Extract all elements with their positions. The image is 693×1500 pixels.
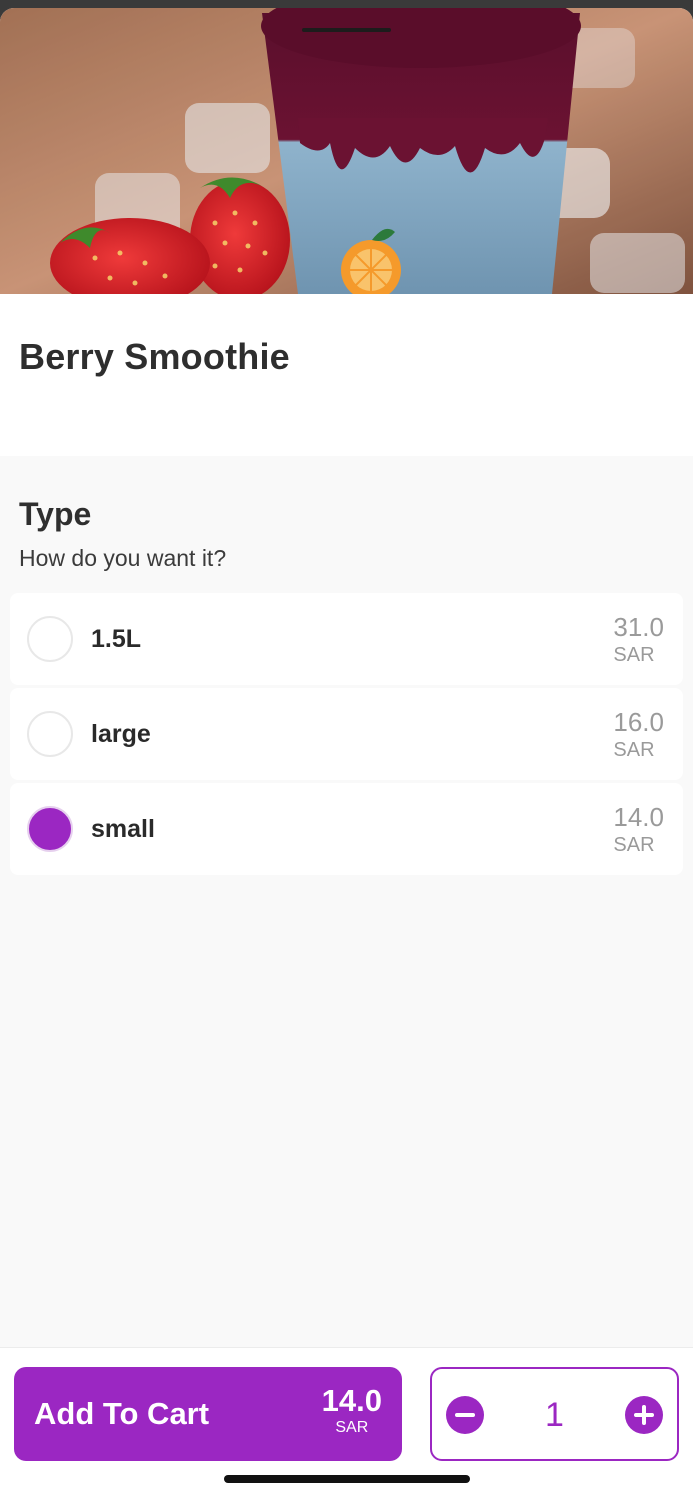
option-price: 31.0 SAR <box>613 612 664 668</box>
radio-button[interactable] <box>27 616 73 662</box>
price-currency: SAR <box>613 834 655 856</box>
product-title: Berry Smoothie <box>19 336 290 377</box>
price-value: 31.0 <box>613 612 664 642</box>
price-currency: SAR <box>613 644 655 666</box>
cart-total: 14.0 SAR <box>322 1384 382 1438</box>
price-value: 14.0 <box>613 802 664 832</box>
section-title: Type <box>19 496 92 532</box>
section-subtitle: How do you want it? <box>19 545 227 571</box>
sheet-grabber[interactable] <box>302 28 391 32</box>
option-price: 14.0 SAR <box>613 802 664 858</box>
option-small[interactable]: small 14.0 SAR <box>10 783 683 875</box>
option-price: 16.0 SAR <box>613 707 664 763</box>
radio-button-selected[interactable] <box>27 806 73 852</box>
add-to-cart-label: Add To Cart <box>34 1396 210 1431</box>
option-label: 1.5L <box>91 625 142 653</box>
add-to-cart-button[interactable]: Add To Cart 14.0 SAR <box>14 1367 402 1461</box>
option-1-5l[interactable]: 1.5L 31.0 SAR <box>10 593 683 685</box>
home-indicator <box>224 1475 470 1483</box>
option-large[interactable]: large 16.0 SAR <box>10 688 683 780</box>
product-header: Berry Smoothie <box>0 294 693 456</box>
product-sheet: Berry Smoothie Type How do you want it? … <box>0 8 693 1500</box>
radio-button[interactable] <box>27 711 73 757</box>
quantity-stepper: 1 <box>430 1367 679 1461</box>
option-label: small <box>91 815 155 843</box>
product-image <box>0 8 693 294</box>
price-value: 16.0 <box>613 707 664 737</box>
cart-total-value: 14.0 <box>321 1383 382 1418</box>
price-currency: SAR <box>613 739 655 761</box>
plus-icon[interactable] <box>625 1396 663 1434</box>
cart-total-currency: SAR <box>335 1419 369 1436</box>
option-label: large <box>91 720 151 748</box>
